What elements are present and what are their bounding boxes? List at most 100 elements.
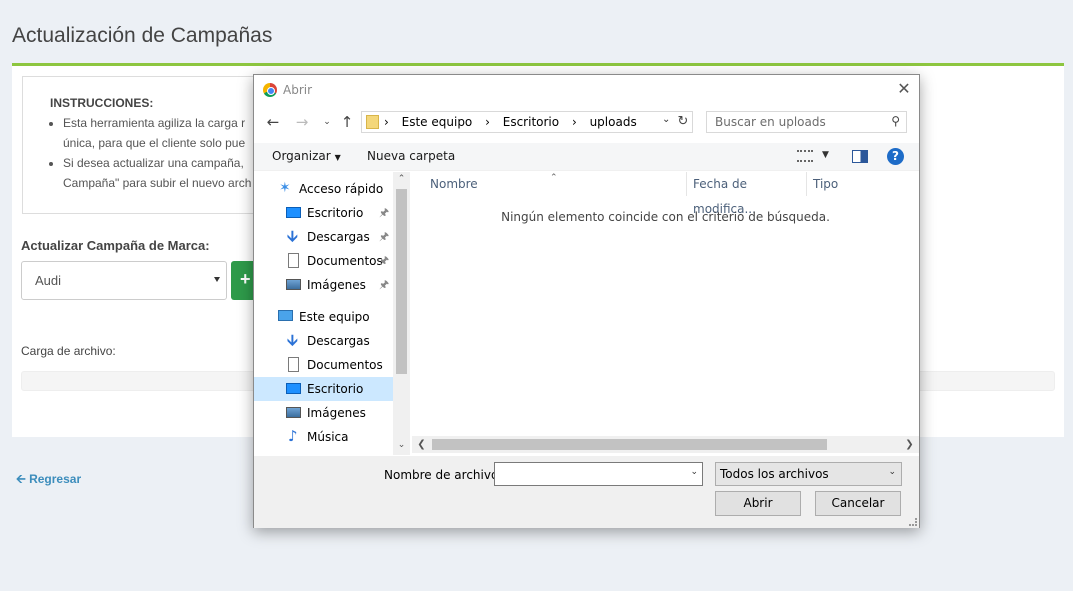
- chevron-down-icon[interactable]: ⌄: [690, 467, 698, 477]
- address-bar[interactable]: › Este equipo › Escritorio › uploads ⌄: [361, 111, 692, 133]
- scroll-left-icon[interactable]: ❮: [414, 436, 429, 453]
- resize-grip-icon[interactable]: [909, 518, 917, 526]
- instruction-line: Si desea actualizar una campaña,: [63, 153, 251, 173]
- nav-item-label: Música: [307, 430, 349, 444]
- nav-item-images[interactable]: Imágenes: [254, 401, 393, 425]
- refresh-icon[interactable]: ↻: [674, 111, 693, 133]
- image-icon: [286, 407, 301, 418]
- caret-down-icon: ▼: [334, 153, 341, 162]
- view-details-icon[interactable]: [797, 150, 813, 162]
- nav-item-label: Imágenes: [307, 406, 366, 420]
- pin-icon: 🖈: [379, 230, 390, 243]
- scroll-up-icon[interactable]: ⌃: [393, 172, 410, 187]
- back-arrow-icon[interactable]: ←: [263, 111, 283, 133]
- nav-item-documents[interactable]: Documentos: [254, 353, 393, 377]
- file-type-value: Todos los archivos: [720, 467, 829, 481]
- breadcrumb-separator-icon: ›: [485, 115, 490, 129]
- chrome-icon: [263, 83, 277, 97]
- desktop-icon: [286, 383, 301, 394]
- scroll-right-icon[interactable]: ❯: [902, 436, 917, 453]
- file-list: Nombre ⌃ Fecha de modifica... Tipo Ningú…: [412, 172, 919, 455]
- close-icon[interactable]: ✕: [895, 79, 913, 99]
- nav-item-music[interactable]: ♪ Música: [254, 425, 393, 449]
- up-arrow-icon[interactable]: ↑: [337, 111, 357, 133]
- download-icon: 🡫: [287, 331, 298, 349]
- chevron-down-icon[interactable]: ⌄: [662, 114, 670, 125]
- nav-item-downloads[interactable]: 🡫 Descargas: [254, 329, 393, 353]
- nav-item-documents-pinned[interactable]: Documentos 🖈: [254, 249, 393, 273]
- nav-item-desktop-pinned[interactable]: Escritorio 🖈: [254, 201, 393, 225]
- help-icon[interactable]: ?: [887, 148, 904, 165]
- search-placeholder: Buscar en uploads: [715, 115, 826, 129]
- page-title: Actualización de Campañas: [12, 24, 273, 47]
- organize-label: Organizar: [272, 149, 331, 163]
- column-header-name[interactable]: Nombre ⌃: [412, 172, 687, 196]
- brand-label: Actualizar Campaña de Marca:: [21, 238, 210, 253]
- instruction-line: Esta herramienta agiliza la carga r: [63, 113, 251, 133]
- search-icon: ⚲: [891, 114, 900, 128]
- brand-select[interactable]: Audi: [21, 261, 227, 300]
- nav-item-downloads-pinned[interactable]: 🡫 Descargas 🖈: [254, 225, 393, 249]
- file-open-dialog: Abrir ✕ ← → ⌄ ↑ › Este equipo › Escritor…: [253, 74, 920, 528]
- nav-scrollbar[interactable]: ⌃ ⌄: [393, 172, 410, 455]
- nav-item-images-pinned[interactable]: Imágenes 🖈: [254, 273, 393, 297]
- breadcrumb-separator-icon: ›: [571, 115, 577, 129]
- instruction-line: Campaña" para subir el nuevo arch: [63, 176, 252, 190]
- pin-icon: 🖈: [379, 206, 390, 219]
- caret-down-icon: [214, 277, 220, 282]
- document-icon: [288, 253, 299, 268]
- column-header-label: Nombre: [430, 177, 478, 191]
- open-button[interactable]: Abrir: [715, 491, 801, 516]
- folder-icon: [366, 115, 379, 129]
- nav-item-quick-access[interactable]: ✶ Acceso rápido: [254, 177, 393, 201]
- filename-label: Nombre de archivo:: [384, 468, 503, 482]
- filename-field[interactable]: ⌄: [494, 462, 703, 486]
- nav-item-desktop[interactable]: Escritorio: [254, 377, 393, 401]
- brand-select-value: Audi: [35, 273, 62, 288]
- organize-menu[interactable]: Organizar ▼: [272, 149, 341, 163]
- cancel-button[interactable]: Cancelar: [815, 491, 901, 516]
- breadcrumb-item[interactable]: Este equipo: [402, 115, 473, 129]
- instruction-line: única, para que el cliente solo pue: [63, 136, 246, 150]
- dialog-titlebar[interactable]: Abrir ✕: [254, 75, 919, 105]
- nav-item-label: Escritorio: [307, 206, 364, 220]
- caret-down-icon[interactable]: ▼: [822, 150, 829, 160]
- preview-pane-icon[interactable]: [852, 150, 868, 163]
- column-header-date[interactable]: Fecha de modifica...: [687, 172, 807, 216]
- file-type-select[interactable]: Todos los archivos ⌄: [715, 462, 902, 486]
- list-horizontal-scrollbar[interactable]: ❮ ❯: [412, 436, 919, 453]
- document-icon: [288, 357, 299, 372]
- desktop-icon: [286, 207, 301, 218]
- navigation-pane: ✶ Acceso rápido Escritorio 🖈 🡫 Descargas…: [254, 172, 411, 455]
- pin-icon: 🖈: [379, 278, 390, 291]
- download-icon: 🡫: [287, 227, 298, 245]
- scrollbar-thumb[interactable]: [396, 189, 407, 374]
- arrow-left-icon: 🡨: [16, 472, 30, 486]
- instructions-list: Esta herramienta agiliza la carga r únic…: [63, 113, 251, 193]
- forward-arrow-icon[interactable]: →: [292, 111, 312, 133]
- chevron-down-icon: ⌄: [888, 467, 896, 477]
- new-folder-button[interactable]: Nueva carpeta: [367, 149, 455, 163]
- dialog-title: Abrir: [283, 83, 313, 97]
- recent-locations-icon[interactable]: ⌄: [317, 111, 337, 133]
- scrollbar-thumb[interactable]: [432, 439, 827, 450]
- nav-item-label: Acceso rápido: [299, 182, 384, 196]
- image-icon: [286, 279, 301, 290]
- star-icon: ✶: [279, 180, 291, 196]
- nav-item-label: Descargas: [307, 230, 370, 244]
- back-link[interactable]: 🡨 Regresar: [16, 470, 81, 491]
- computer-icon: [278, 310, 293, 321]
- back-link-label: Regresar: [29, 472, 82, 486]
- nav-item-label: Documentos: [307, 358, 383, 372]
- column-header-label: Tipo: [813, 177, 839, 191]
- empty-message: Ningún elemento coincide con el criterio…: [501, 210, 830, 224]
- pin-icon: 🖈: [379, 254, 390, 267]
- nav-item-this-pc[interactable]: Este equipo: [254, 305, 393, 329]
- breadcrumb-item[interactable]: uploads: [590, 115, 637, 129]
- scroll-down-icon[interactable]: ⌄: [393, 438, 410, 453]
- search-input[interactable]: Buscar en uploads ⚲: [706, 111, 907, 133]
- breadcrumb-item[interactable]: Escritorio: [503, 115, 559, 129]
- nav-item-label: Este equipo: [299, 310, 370, 324]
- column-header-type[interactable]: Tipo: [807, 172, 919, 196]
- nav-item-label: Imágenes: [307, 278, 366, 292]
